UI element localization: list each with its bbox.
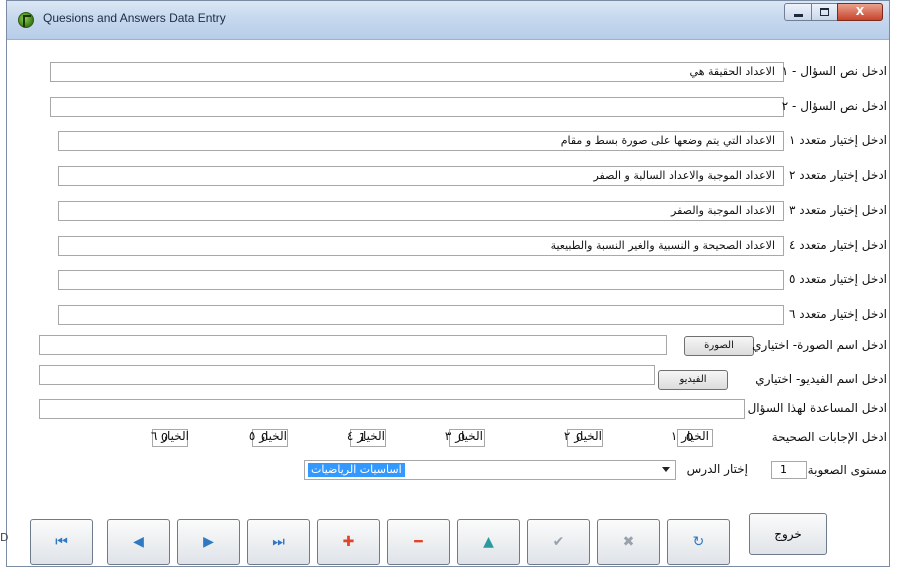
maximize-button[interactable]	[811, 3, 838, 21]
choice3-label: ادخل إختيار متعدد ٣	[788, 203, 887, 217]
record-toolbar: ⏮ ◀ ▶ ⏭ ✚ ━ ▲ ✔ ✖ ↻	[10, 519, 836, 569]
first-record-icon: ⏮	[55, 534, 68, 550]
title-bar[interactable]: Quesions and Answers Data Entry X	[7, 1, 889, 40]
last-record-button[interactable]: ⏭	[247, 519, 310, 565]
window-title: Quesions and Answers Data Entry	[43, 11, 226, 25]
check-icon: ✔	[552, 534, 565, 550]
refresh-icon: ↻	[692, 534, 705, 550]
last-record-icon: ⏭	[272, 534, 285, 550]
choice1-label: ادخل إختيار متعدد ١	[788, 133, 887, 147]
up-arrow-icon: ▲	[483, 534, 494, 550]
cancel-edit-button[interactable]: ✖	[597, 519, 660, 565]
previous-icon: ◀	[133, 534, 144, 550]
close-button[interactable]: X	[837, 3, 883, 21]
video-browse-button[interactable]: الفيديو	[658, 370, 728, 390]
delete-record-button[interactable]: ━	[387, 519, 450, 565]
form-area: الاعداد الحقيقة هي ادخل نص السؤال - ١ اد…	[7, 40, 889, 566]
choice4-label: ادخل إختيار متعدد ٤	[788, 238, 887, 252]
first-record-button[interactable]: ⏮	[30, 519, 93, 565]
image-browse-button[interactable]: الصورة	[684, 336, 754, 356]
difficulty-input[interactable]: 1	[771, 461, 807, 479]
choice3-input[interactable]: الاعداد الموجبة والصفر	[58, 201, 784, 221]
option5-label: الخيار ٥	[248, 429, 287, 443]
option3-label: الخيار ٣	[444, 429, 483, 443]
edit-record-button[interactable]: ▲	[457, 519, 520, 565]
plus-icon: ✚	[342, 534, 355, 550]
option4-label: الخيار ٤	[346, 429, 385, 443]
maximize-icon	[820, 8, 829, 16]
app-window: Quesions and Answers Data Entry X الاعدا…	[6, 0, 890, 567]
choice5-input[interactable]	[58, 270, 784, 290]
refresh-button[interactable]: ↻	[667, 519, 730, 565]
choice5-label: ادخل إختيار متعدد ٥	[788, 272, 887, 286]
question1-input[interactable]: الاعداد الحقيقة هي	[50, 62, 784, 82]
add-record-button[interactable]: ✚	[317, 519, 380, 565]
next-record-button[interactable]: ▶	[177, 519, 240, 565]
correct-answers-label: ادخل الإجابات الصحيحة	[771, 430, 887, 444]
choice2-input[interactable]: الاعداد الموجبة والاعداد السالبة و الصفر	[58, 166, 784, 186]
exit-button[interactable]: خروج	[749, 513, 827, 555]
post-record-button[interactable]: ✔	[527, 519, 590, 565]
question2-label: ادخل نص السؤال - ٢	[781, 99, 887, 113]
choice6-label: ادخل إختيار متعدد ٦	[788, 307, 887, 321]
option1-label: الخيار ١	[670, 429, 709, 443]
choice1-input[interactable]: الاعداد التي يتم وضعها على صورة بسط و مق…	[58, 131, 784, 151]
video-name-input[interactable]	[39, 365, 655, 385]
question1-label: ادخل نص السؤال - ١	[781, 64, 887, 78]
lesson-label: إختار الدرس	[686, 462, 748, 476]
edge-text: D	[0, 531, 9, 544]
option6-label: الخيار ٦	[150, 429, 189, 443]
lesson-select[interactable]: اساسيات الرياضيات	[304, 460, 676, 480]
app-icon	[18, 12, 34, 28]
image-name-input[interactable]	[39, 335, 667, 355]
question2-input[interactable]	[50, 97, 784, 117]
choice4-input[interactable]: الاعداد الصحيحة و النسبية والغير النسبة …	[58, 236, 784, 256]
lesson-selected-value: اساسيات الرياضيات	[308, 463, 405, 477]
minimize-icon	[794, 14, 803, 17]
close-icon: X	[855, 5, 865, 18]
image-name-label: ادخل اسم الصورة- اختياري	[752, 338, 887, 352]
next-icon: ▶	[203, 534, 214, 550]
difficulty-label: مستوى الصعوبة	[807, 463, 887, 477]
minus-icon: ━	[414, 534, 423, 550]
option2-label: الخيار ٢	[563, 429, 602, 443]
previous-record-button[interactable]: ◀	[107, 519, 170, 565]
help-label: ادخل المساعدة لهذا السؤال	[747, 401, 887, 415]
minimize-button[interactable]	[784, 3, 812, 21]
choice2-label: ادخل إختيار متعدد ٢	[788, 168, 887, 182]
help-input[interactable]	[39, 399, 745, 419]
chevron-down-icon[interactable]	[662, 467, 670, 472]
x-icon: ✖	[622, 534, 635, 550]
choice6-input[interactable]	[58, 305, 784, 325]
video-name-label: ادخل اسم الفيديو- اختياري	[755, 372, 887, 386]
